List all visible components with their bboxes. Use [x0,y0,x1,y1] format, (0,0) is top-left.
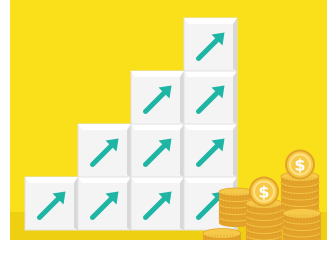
cube [183,70,238,125]
bottom-white-strip [0,240,327,266]
dollar-coin-icon: $ [285,149,315,180]
cube [130,176,185,231]
illustration-canvas: $ $ [0,0,327,266]
coin-stack-middle: $ [245,176,283,246]
cube [183,123,238,178]
cube [130,70,185,125]
cube [183,17,238,72]
dollar-sign: $ [258,183,269,202]
cube [24,176,79,231]
cube [130,123,185,178]
cube [77,176,132,231]
dollar-sign: $ [294,156,305,175]
dollar-coin-icon: $ [249,176,279,207]
cube [77,123,132,178]
growth-illustration: $$ [0,0,327,266]
